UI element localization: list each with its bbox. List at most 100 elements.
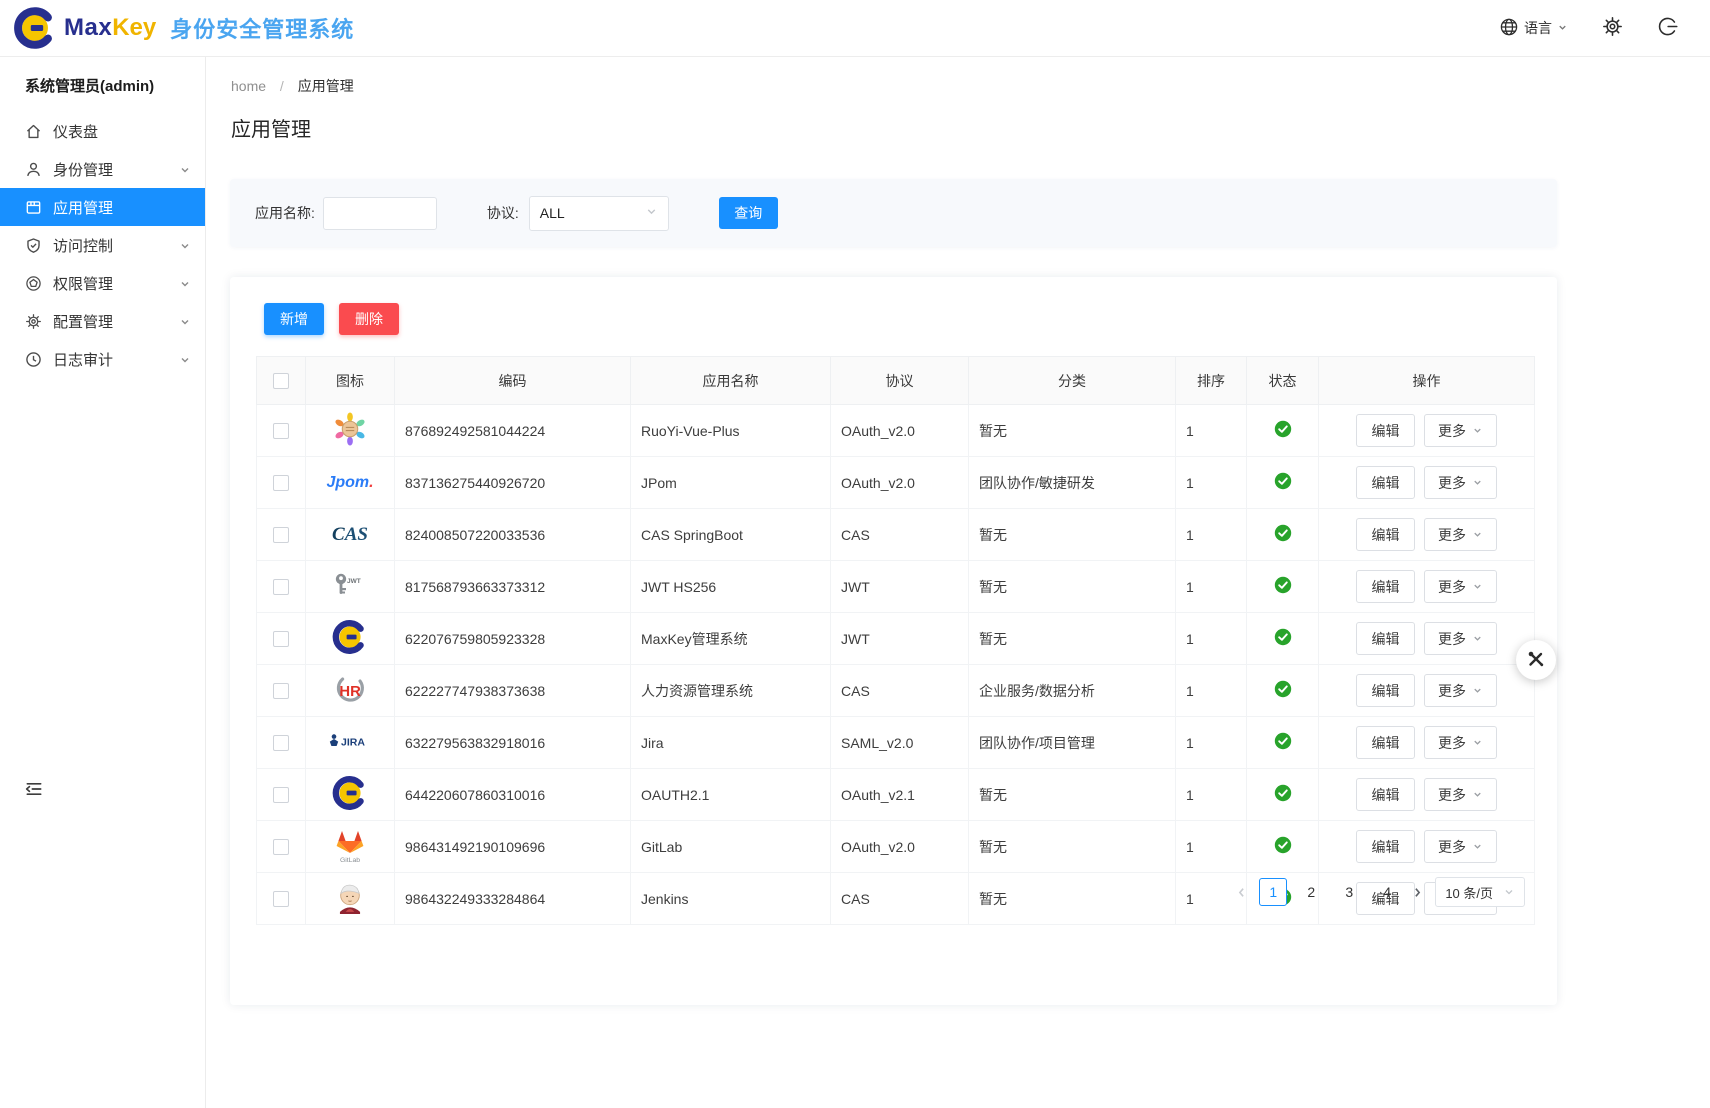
more-button[interactable]: 更多 xyxy=(1424,778,1497,811)
previous-page-icon[interactable] xyxy=(1235,885,1249,899)
logout-button[interactable] xyxy=(1657,16,1678,40)
language-menu[interactable]: 语言 xyxy=(1499,17,1568,40)
row-checkbox[interactable] xyxy=(273,631,289,647)
edit-button[interactable]: 编辑 xyxy=(1356,622,1415,655)
sidebar-item-access-control[interactable]: 访问控制 xyxy=(0,226,205,264)
edit-button[interactable]: 编辑 xyxy=(1356,830,1415,863)
globe-icon xyxy=(1499,17,1519,40)
search-button[interactable]: 查询 xyxy=(719,197,778,229)
select-all-checkbox[interactable] xyxy=(273,373,289,389)
column-header-icon: 图标 xyxy=(306,357,395,405)
next-page-icon[interactable] xyxy=(1411,885,1425,899)
row-checkbox[interactable] xyxy=(273,787,289,803)
page-number-4[interactable]: 4 xyxy=(1373,878,1401,906)
chevron-down-icon xyxy=(1472,839,1483,855)
more-button[interactable]: 更多 xyxy=(1424,830,1497,863)
app-protocol: OAuth_v2.0 xyxy=(831,457,969,509)
row-checkbox[interactable] xyxy=(273,891,289,907)
app-code: 824008507220033536 xyxy=(395,509,631,561)
sidebar-item-label: 配置管理 xyxy=(53,311,179,332)
applications-table: 图标 编码 应用名称 协议 分类 排序 状态 操作 87689249258104… xyxy=(256,356,1535,925)
app-category: 暂无 xyxy=(969,769,1176,821)
row-checkbox[interactable] xyxy=(273,527,289,543)
sidebar-item-configuration[interactable]: 配置管理 xyxy=(0,302,205,340)
sidebar-item-identity[interactable]: 身份管理 xyxy=(0,150,205,188)
breadcrumb-current: 应用管理 xyxy=(298,78,354,94)
app-code: 876892492581044224 xyxy=(395,405,631,457)
app-name-input[interactable] xyxy=(323,197,437,230)
edit-button[interactable]: 编辑 xyxy=(1356,414,1415,447)
jwt-logo: JWT xyxy=(332,572,368,598)
app-sort: 1 xyxy=(1176,457,1247,509)
page-size-select[interactable]: 10 条/页 xyxy=(1435,877,1525,907)
delete-button[interactable]: 删除 xyxy=(339,303,399,335)
app-category: 暂无 xyxy=(969,509,1176,561)
app-sort: 1 xyxy=(1176,769,1247,821)
sidebar-item-applications[interactable]: 应用管理 xyxy=(0,188,205,226)
more-button[interactable]: 更多 xyxy=(1424,622,1497,655)
row-checkbox[interactable] xyxy=(273,475,289,491)
edit-button[interactable]: 编辑 xyxy=(1356,466,1415,499)
status-enabled-icon xyxy=(1274,420,1292,438)
edit-button[interactable]: 编辑 xyxy=(1356,570,1415,603)
app-code: 622227747938373638 xyxy=(395,665,631,717)
ruoyi-logo xyxy=(332,411,368,447)
status-enabled-icon xyxy=(1274,524,1292,542)
table-row: Jpom. 837136275440926720 JPom OAuth_v2.0… xyxy=(257,457,1535,509)
more-button[interactable]: 更多 xyxy=(1424,466,1497,499)
sidebar-item-label: 仪表盘 xyxy=(53,121,191,142)
edit-button[interactable]: 编辑 xyxy=(1356,778,1415,811)
add-button[interactable]: 新增 xyxy=(264,303,324,335)
more-button[interactable]: 更多 xyxy=(1424,726,1497,759)
sidebar-menu: 仪表盘 身份管理 应用管理 访问控制 权限管理 配置管理 日志审计 xyxy=(0,112,205,378)
language-label: 语言 xyxy=(1524,18,1552,38)
jpom-logo: Jpom. xyxy=(326,474,373,492)
chevron-down-icon xyxy=(179,163,191,175)
protocol-select[interactable]: ALL xyxy=(529,196,669,231)
status-enabled-icon xyxy=(1274,680,1292,698)
more-button[interactable]: 更多 xyxy=(1424,518,1497,551)
sidebar-item-label: 身份管理 xyxy=(53,159,179,180)
row-checkbox[interactable] xyxy=(273,735,289,751)
settings-button[interactable] xyxy=(1602,16,1623,40)
floating-tools-button[interactable] xyxy=(1516,640,1556,680)
app-code: 986432249333284864 xyxy=(395,873,631,925)
app-sort: 1 xyxy=(1176,405,1247,457)
edit-button[interactable]: 编辑 xyxy=(1356,674,1415,707)
sidebar-item-dashboard[interactable]: 仪表盘 xyxy=(0,112,205,150)
page-size-value: 10 条/页 xyxy=(1445,883,1493,902)
clock-icon xyxy=(25,351,42,368)
row-checkbox[interactable] xyxy=(273,423,289,439)
breadcrumb-home-link[interactable]: home xyxy=(231,78,266,94)
more-button[interactable]: 更多 xyxy=(1424,674,1497,707)
column-header-name: 应用名称 xyxy=(631,357,831,405)
row-checkbox[interactable] xyxy=(273,579,289,595)
edit-button[interactable]: 编辑 xyxy=(1356,726,1415,759)
app-code: 644220607860310016 xyxy=(395,769,631,821)
app-protocol: OAuth_v2.0 xyxy=(831,405,969,457)
row-checkbox[interactable] xyxy=(273,683,289,699)
column-header-status: 状态 xyxy=(1247,357,1319,405)
main-content: home / 应用管理 应用管理 应用名称: 协议: ALL 查询 新增 删除 xyxy=(206,57,1710,1108)
svg-text:JIRA: JIRA xyxy=(341,737,365,749)
table-row: 644220607860310016 OAUTH2.1 OAuth_v2.1 暂… xyxy=(257,769,1535,821)
page-number-3[interactable]: 3 xyxy=(1335,878,1363,906)
page-number-1[interactable]: 1 xyxy=(1259,878,1287,906)
sidebar-collapse-icon[interactable] xyxy=(24,779,44,799)
more-button[interactable]: 更多 xyxy=(1424,570,1497,603)
app-category: 暂无 xyxy=(969,561,1176,613)
more-button[interactable]: 更多 xyxy=(1424,414,1497,447)
sidebar-item-audit-log[interactable]: 日志审计 xyxy=(0,340,205,378)
table-row: JIRA 632279563832918016 Jira SAML_v2.0 团… xyxy=(257,717,1535,769)
row-checkbox[interactable] xyxy=(273,839,289,855)
chevron-down-icon xyxy=(179,239,191,251)
table-body: 876892492581044224 RuoYi-Vue-Plus OAuth_… xyxy=(257,405,1535,925)
sidebar-item-permissions[interactable]: 权限管理 xyxy=(0,264,205,302)
page-number-2[interactable]: 2 xyxy=(1297,878,1325,906)
app-code: 986431492190109696 xyxy=(395,821,631,873)
status-enabled-icon xyxy=(1274,628,1292,646)
app-protocol: JWT xyxy=(831,561,969,613)
brand: MaxKey 身份安全管理系统 xyxy=(0,7,354,49)
edit-button[interactable]: 编辑 xyxy=(1356,518,1415,551)
app-protocol: JWT xyxy=(831,613,969,665)
